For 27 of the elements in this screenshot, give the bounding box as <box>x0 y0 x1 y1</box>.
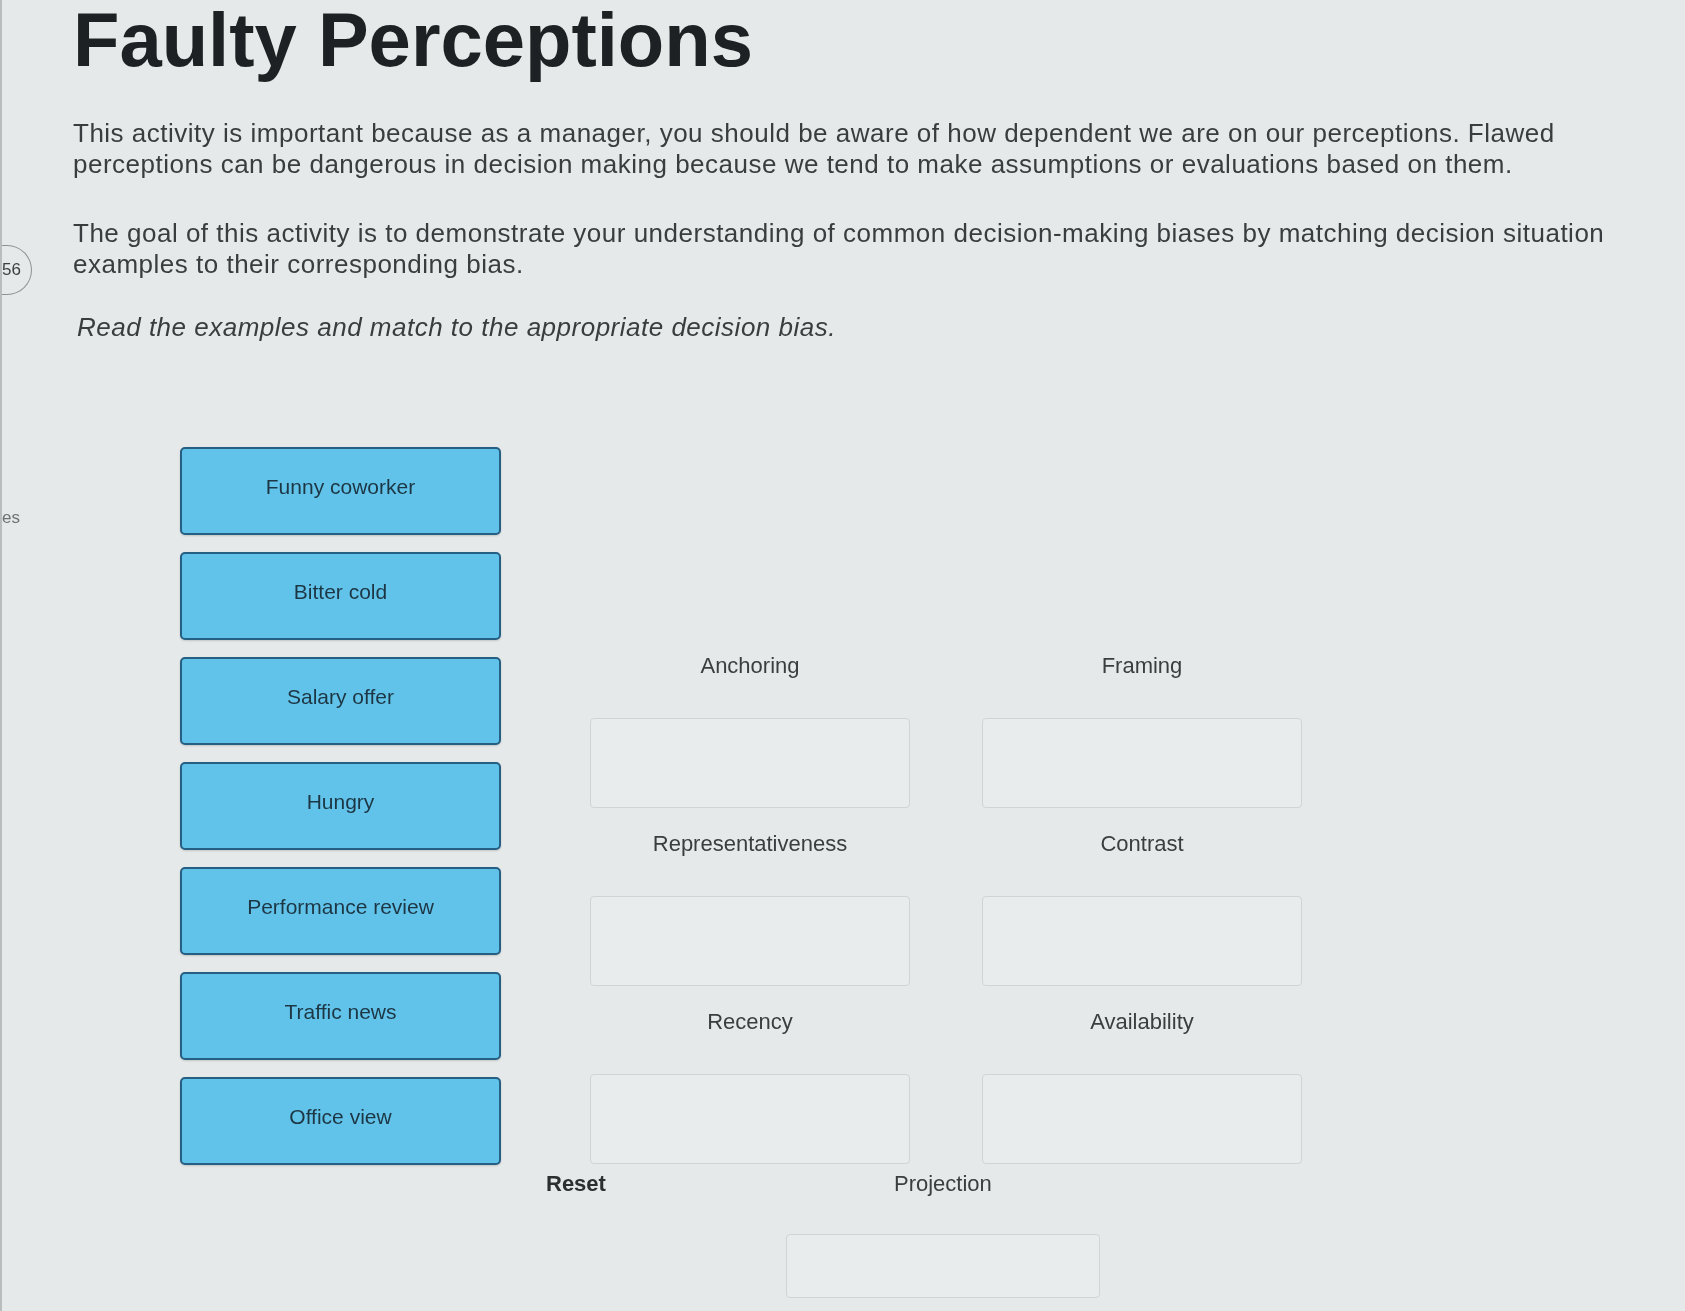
example-card[interactable]: Traffic news <box>180 972 501 1060</box>
drop-zone[interactable] <box>982 896 1302 986</box>
instruction-text: Read the examples and match to the appropriate decision bias. <box>77 312 836 343</box>
drop-zone[interactable] <box>982 718 1302 808</box>
bias-label: Anchoring <box>700 653 800 679</box>
page-title: Faulty Perceptions <box>73 0 753 80</box>
drop-zone[interactable] <box>785 1234 1100 1298</box>
drop-zone[interactable] <box>982 1074 1302 1164</box>
bias-label: Representativeness <box>652 831 848 857</box>
bias-label: Recency <box>707 1009 793 1035</box>
reset-button[interactable]: Reset <box>546 1171 606 1197</box>
example-card[interactable]: Office view <box>180 1077 501 1165</box>
sidebar-text: es <box>2 508 20 528</box>
drop-zone[interactable] <box>590 896 910 986</box>
drop-zone[interactable] <box>590 1074 910 1164</box>
drop-zone[interactable] <box>590 718 910 808</box>
example-card[interactable]: Performance review <box>180 867 501 955</box>
intro-paragraph: The goal of this activity is to demonstrate your understanding of common decision-making biases by matching decision situation examples to their corresponding bias. <box>73 218 1606 280</box>
bias-label: Framing <box>1101 653 1183 679</box>
bias-label: Availability <box>1090 1009 1194 1035</box>
example-card[interactable]: Hungry <box>180 762 501 850</box>
bias-label: Projection <box>894 1171 992 1197</box>
intro-paragraph: This activity is important because as a manager, you should be aware of how dependent we are on our perceptions. Flawed perceptions can be dangerous in decision making because we tend to make assumptions or evaluations based on them. <box>73 118 1556 180</box>
example-card[interactable]: Salary offer <box>180 657 501 745</box>
bias-label: Contrast <box>1100 831 1184 857</box>
example-card[interactable]: Bitter cold <box>180 552 501 640</box>
example-card[interactable]: Funny coworker <box>180 447 501 535</box>
